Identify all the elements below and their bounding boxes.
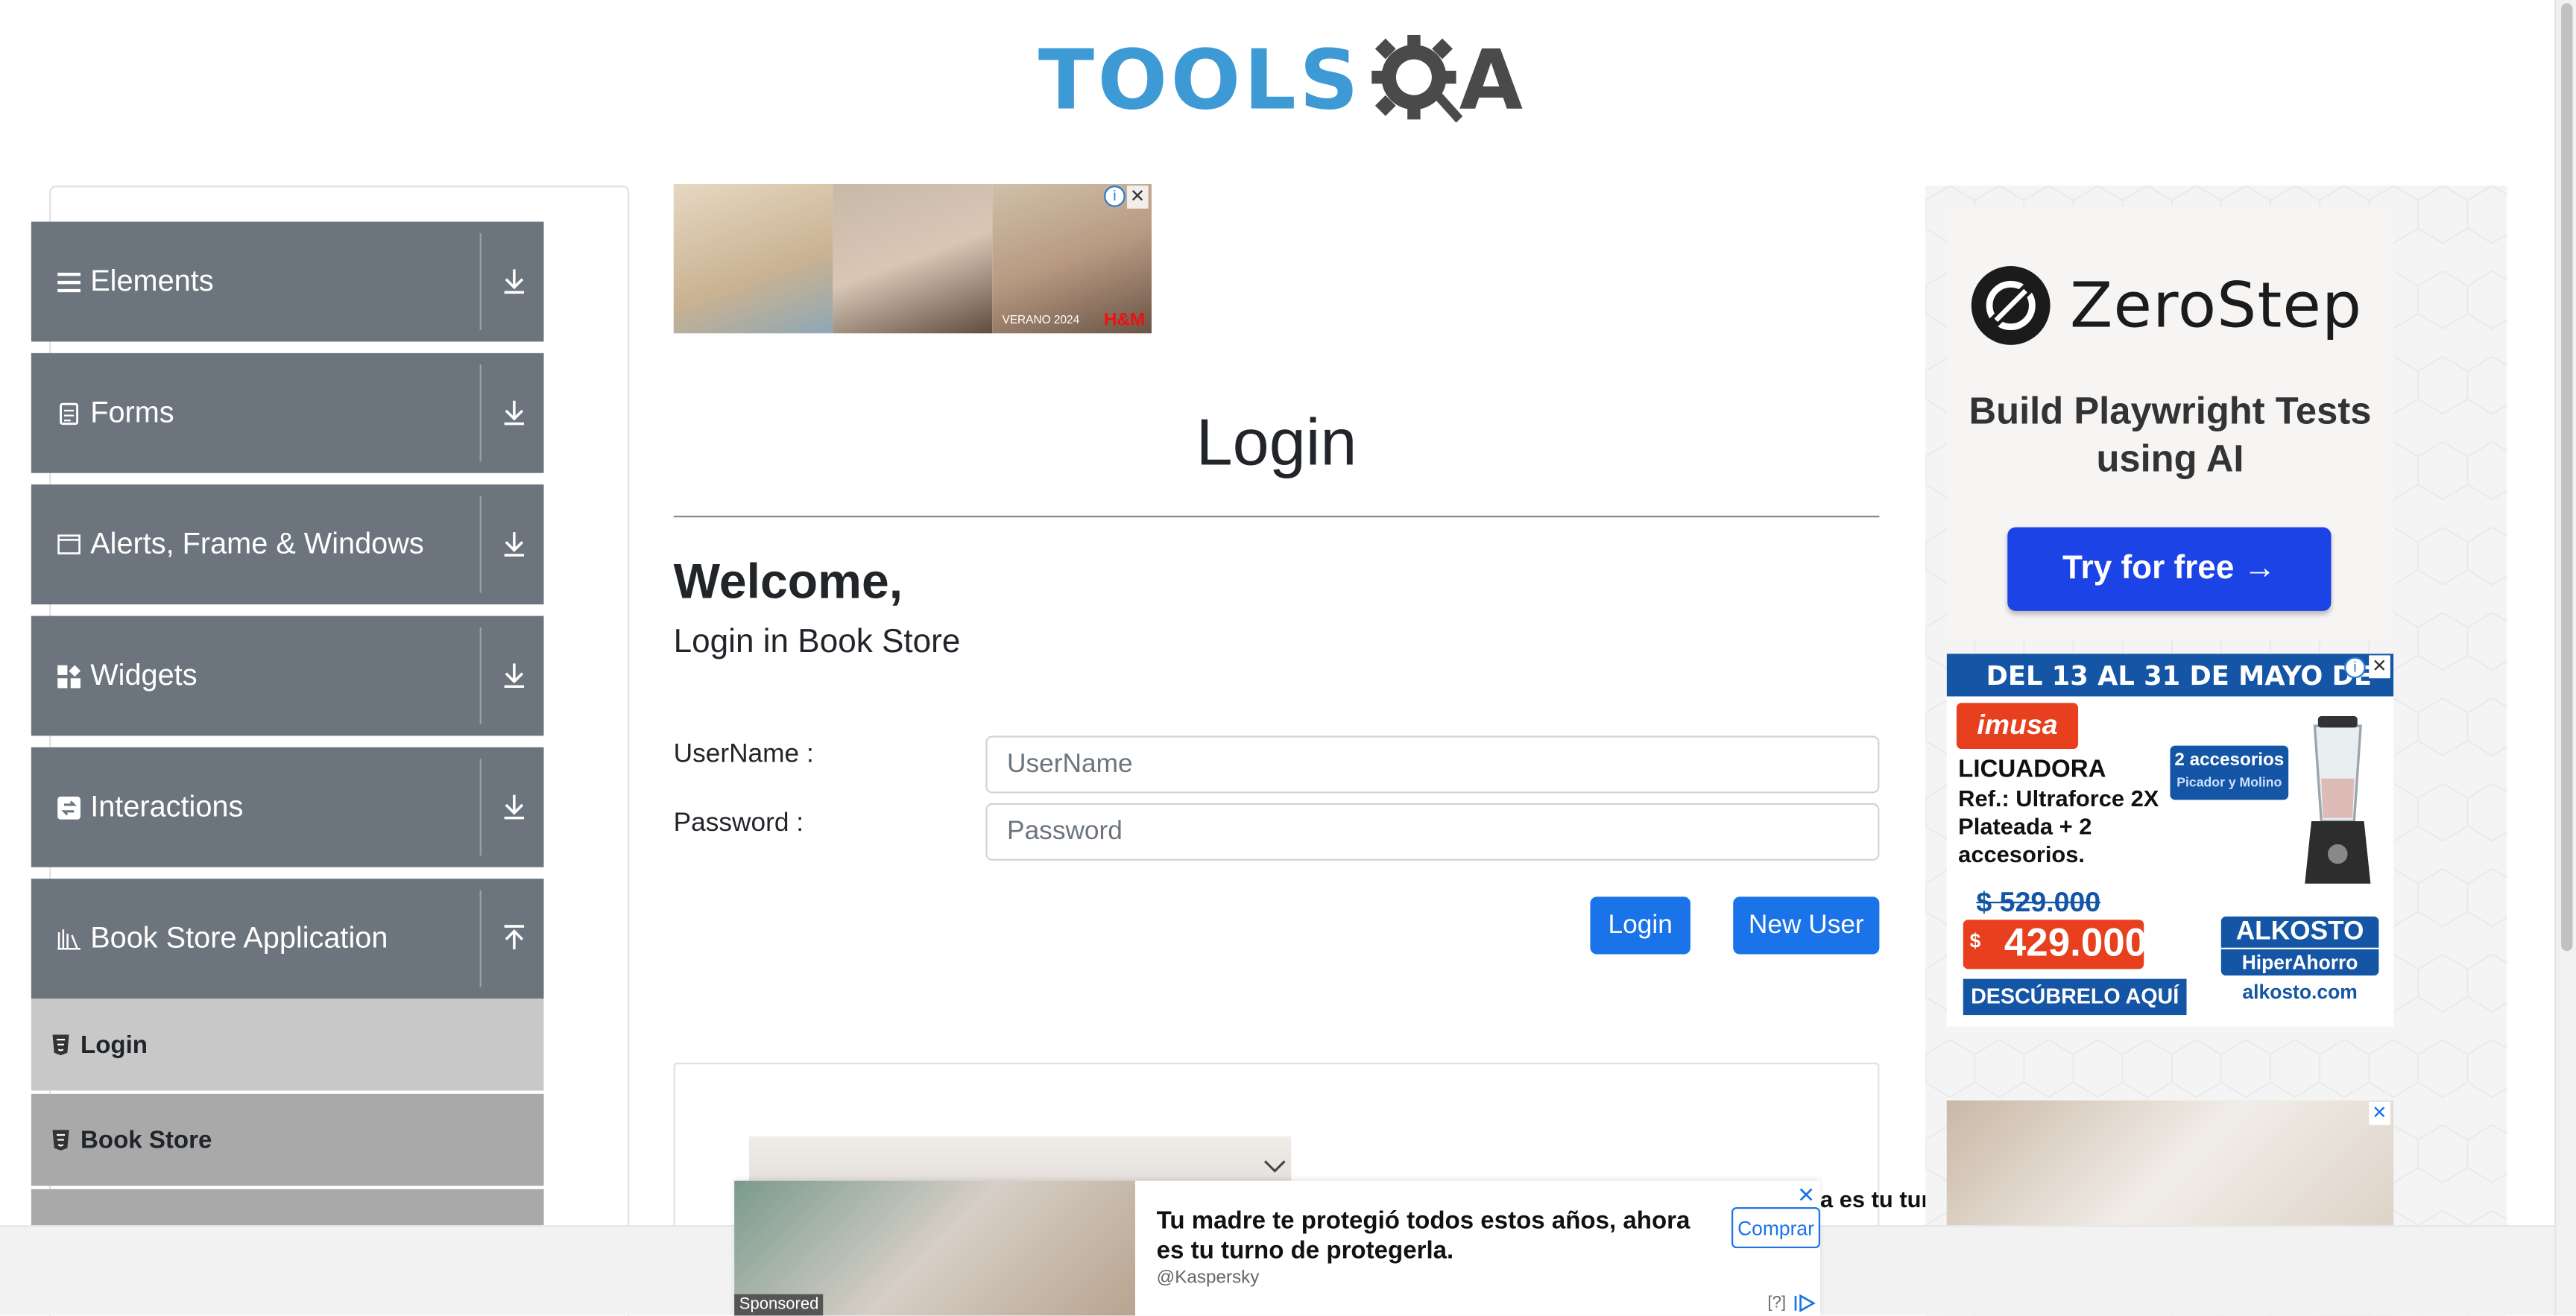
alkosto-ad[interactable]: DEL 13 AL 31 DE MAYO DE 2024 i ✕ imusa L…	[1946, 654, 2394, 1027]
menu-group-label: Book Store Application	[90, 921, 388, 955]
username-input[interactable]	[985, 735, 1880, 794]
divider	[479, 232, 482, 331]
discover-button[interactable]: DESCÚBRELO AQUÍ	[1963, 978, 2187, 1016]
try-for-free-button[interactable]: Try for free →	[2007, 527, 2332, 611]
comprar-button[interactable]: Comprar	[1731, 1206, 1821, 1249]
arrow-down-icon[interactable]	[498, 396, 531, 428]
login-subheading: Login in Book Store	[673, 624, 961, 661]
html5-icon	[52, 1130, 69, 1151]
old-price: $ 529.000	[1976, 887, 2101, 919]
imusa-logo: imusa	[1956, 703, 2079, 750]
menu-group-book-store-application[interactable]: Book Store Application	[31, 879, 544, 999]
zerostep-logo-icon	[1971, 266, 2051, 345]
overflow-ad-text: a es tu tur	[1820, 1186, 1926, 1212]
ad-close-icon[interactable]: ✕	[2368, 655, 2390, 679]
page-title: Login	[1196, 407, 1357, 480]
menu-group-label: Widgets	[90, 658, 198, 692]
arrow-up-icon[interactable]	[498, 921, 531, 954]
username-label: UserName :	[673, 741, 814, 769]
menu-group-elements[interactable]: Elements	[31, 221, 544, 342]
hamburger-icon	[57, 271, 80, 294]
alkosto-sub: HiperAhorro	[2220, 947, 2379, 975]
sticky-ad-image: Sponsored	[734, 1180, 1135, 1316]
divider	[479, 627, 482, 724]
accessories-badge: 2 accesorios Picador y Molino	[2170, 745, 2289, 800]
submenu-label: Login	[80, 1031, 148, 1059]
menu-group-label: Interactions	[90, 790, 244, 823]
password-input[interactable]	[985, 803, 1880, 861]
sponsored-label: Sponsored	[734, 1294, 824, 1316]
sale-price: 429.000	[1963, 920, 2147, 969]
arrow-down-icon[interactable]	[498, 659, 531, 692]
title-divider	[673, 516, 1880, 518]
menu-group-widgets[interactable]: Widgets	[31, 616, 544, 736]
chevron-down-icon[interactable]	[1262, 1154, 1288, 1177]
window-icon	[57, 533, 80, 556]
kaspersky-sticky-ad[interactable]: Sponsored Tu madre te protegió todos est…	[734, 1180, 1821, 1316]
logo-gear-q-icon	[1371, 34, 1463, 123]
menu-group-label: Elements	[90, 264, 214, 297]
ad-close-icon[interactable]: ✕	[1126, 186, 1149, 209]
alkosto-name: ALKOSTO	[2235, 918, 2364, 946]
page-scrollbar[interactable]	[2554, 0, 2576, 1316]
login-button[interactable]: Login	[1590, 896, 1690, 955]
arrow-down-icon[interactable]	[498, 790, 531, 823]
arrow-down-icon[interactable]	[498, 527, 531, 560]
ad-photo-1	[673, 183, 833, 334]
books-icon	[57, 927, 80, 950]
ad-brand: H&M	[1103, 310, 1146, 331]
divider	[479, 364, 482, 462]
arrow-down-icon[interactable]	[498, 265, 531, 297]
alkosto-logo: ALKOSTO HiperAhorro	[2220, 916, 2379, 976]
product-title: LICUADORA	[1958, 755, 2106, 784]
blender-image	[2305, 715, 2371, 884]
top-banner-ad[interactable]: VERANO 2024 H&M i ✕	[673, 183, 1152, 334]
divider	[479, 759, 482, 856]
sticky-ad-text: Tu madre te protegió todos estos años, a…	[1156, 1206, 1690, 1265]
adchoices-icon[interactable]	[1794, 1294, 1817, 1312]
zerostep-tagline: Build Playwright Tests using AI	[1969, 389, 2372, 480]
currency-symbol: $	[1969, 929, 1981, 953]
new-user-button[interactable]: New User	[1733, 896, 1880, 955]
accessories-sub: Picador y Molino	[2176, 775, 2282, 791]
menu-group-interactions[interactable]: Interactions	[31, 747, 544, 867]
html5-icon	[52, 1034, 69, 1056]
logo-tools-text: TOOLS	[1038, 33, 1363, 128]
sticky-close-icon[interactable]: ✕	[1797, 1183, 1815, 1209]
submenu-item-book-store[interactable]: Book Store	[31, 1093, 544, 1186]
sticky-ad-source: @Kaspersky	[1156, 1268, 1260, 1288]
menu-group-label: Alerts, Frame & Windows	[90, 527, 424, 560]
document-icon	[57, 402, 80, 425]
alkosto-date-banner: DEL 13 AL 31 DE MAYO DE 2024	[1946, 654, 2394, 735]
submenu-item-login[interactable]: Login	[31, 999, 544, 1091]
grid-icon	[57, 664, 80, 688]
accessories-text: 2 accesorios	[2174, 750, 2285, 771]
zerostep-name: ZeroStep	[2070, 269, 2363, 342]
ad-photo-2	[833, 183, 993, 334]
menu-group-alerts[interactable]: Alerts, Frame & Windows	[31, 484, 544, 605]
logo-a-text: A	[1459, 33, 1524, 128]
toolsqa-logo[interactable]: TOOLS A	[1038, 23, 1523, 138]
password-label: Password :	[673, 809, 804, 838]
zerostep-ad[interactable]: ZeroStep Build Playwright Tests using AI…	[1946, 206, 2394, 641]
ad-info-icon[interactable]: i	[1104, 186, 1126, 207]
menu-group-forms[interactable]: Forms	[31, 352, 544, 473]
ad-caption: VERANO 2024	[1002, 315, 1080, 327]
divider	[479, 890, 482, 987]
ad-info-icon[interactable]: i	[2344, 657, 2366, 679]
scrollbar-thumb[interactable]	[2561, 3, 2573, 952]
ad-close-icon[interactable]: ✕	[2368, 1101, 2390, 1125]
submenu-label: Book Store	[80, 1125, 212, 1154]
ad-help-link[interactable]: [?]	[1768, 1294, 1787, 1312]
interaction-icon	[57, 795, 80, 819]
divider	[479, 496, 482, 593]
menu-group-label: Forms	[90, 396, 174, 429]
welcome-heading: Welcome,	[673, 554, 903, 610]
alkosto-url: alkosto.com	[2242, 980, 2358, 1004]
